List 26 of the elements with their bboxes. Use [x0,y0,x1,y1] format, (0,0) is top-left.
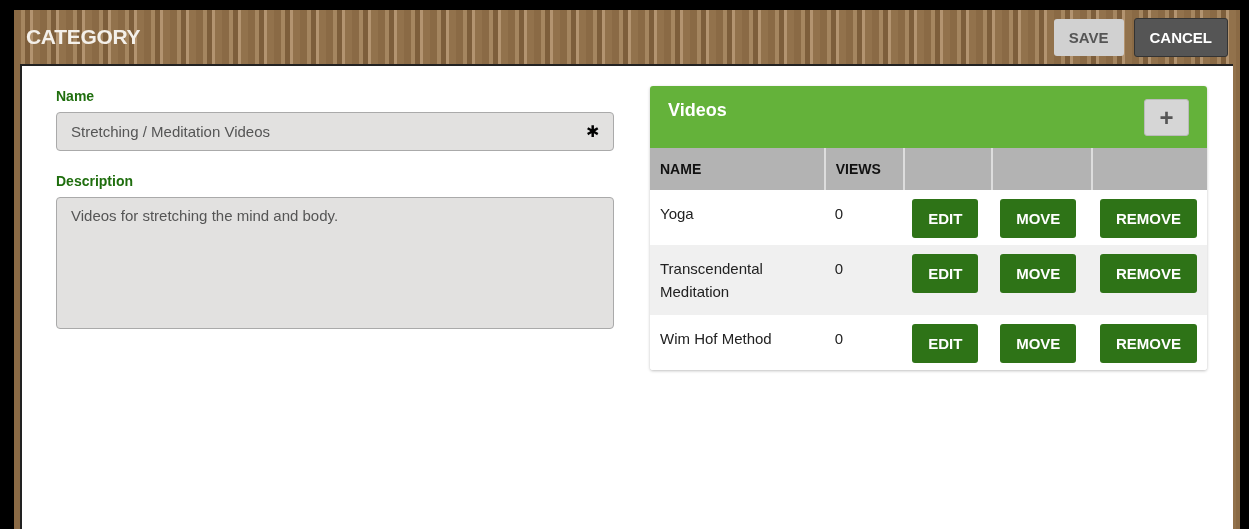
move-button[interactable]: MOVE [1000,199,1077,238]
window-title: CATEGORY [26,25,142,49]
field-label: Name [56,88,96,104]
remove-button[interactable]: REMOVE [1100,254,1197,293]
move-button[interactable]: MOVE [1000,324,1077,363]
add-button[interactable]: + [1144,99,1189,136]
column-header: VIEWS [824,148,905,190]
name-field[interactable]: Stretching / Meditation Videos ✱ [56,112,614,151]
edit-button[interactable]: EDIT [912,199,979,238]
edit-button[interactable]: EDIT [912,324,979,363]
table-cell: 0 [824,245,905,315]
panel-title: Videos [668,100,728,121]
table-cell: Transcendental Meditation [650,245,825,315]
edit-button[interactable]: EDIT [912,254,979,293]
field-label: Description [56,173,134,189]
table-cell: 0 [824,315,905,370]
move-button[interactable]: MOVE [1000,254,1077,293]
column-header: NAME [650,148,825,190]
table-cell: 0 [824,190,905,245]
remove-button[interactable]: REMOVE [1100,324,1197,363]
remove-button[interactable]: REMOVE [1100,199,1197,238]
table-cell: Wim Hof Method [650,315,825,370]
save-button[interactable]: SAVE [1053,18,1124,56]
table-cell: Yoga [650,190,825,245]
cancel-button[interactable]: CANCEL [1133,17,1228,57]
description-field[interactable]: Videos for stretching the mind and body. [56,197,614,329]
